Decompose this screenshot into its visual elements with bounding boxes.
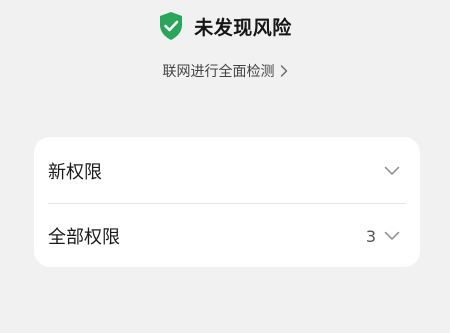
- permission-group-new[interactable]: 新权限: [34, 139, 420, 203]
- status-text: 未发现风险: [194, 16, 292, 39]
- full-scan-label: 联网进行全面检测: [162, 64, 275, 80]
- full-scan-link[interactable]: 联网进行全面检测: [0, 61, 450, 81]
- shield-check-icon: [160, 12, 183, 40]
- chevron-down-icon: [384, 166, 400, 175]
- permission-group-all[interactable]: 全部权限 3: [34, 204, 420, 267]
- permission-group-label: 新权限: [48, 162, 102, 183]
- chevron-down-icon: [384, 231, 400, 240]
- permission-group-label: 全部权限: [48, 227, 120, 248]
- security-status: 未发现风险: [0, 11, 450, 41]
- chevron-right-icon: [280, 65, 287, 77]
- permissions-card: 新权限 全部权限 3: [34, 137, 420, 267]
- permission-count: 3: [365, 226, 376, 246]
